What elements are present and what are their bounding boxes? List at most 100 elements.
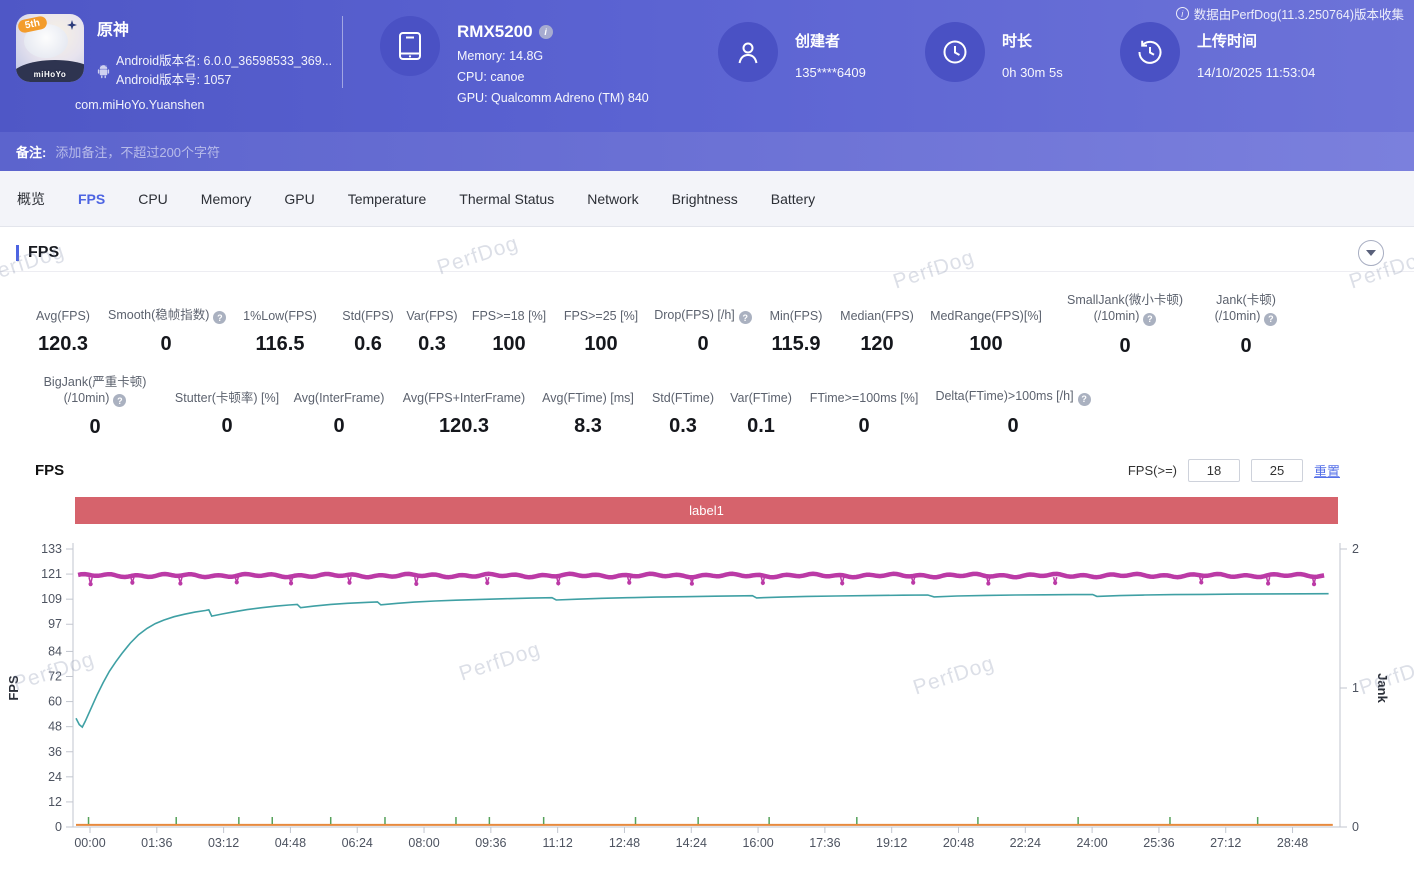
package-name: com.miHoYo.Yuanshen xyxy=(75,98,332,112)
svg-text:60: 60 xyxy=(48,695,62,709)
stat-label: Min(FPS) xyxy=(770,309,823,323)
chart-controls: FPS FPS(>=) 重置 xyxy=(0,455,1414,485)
android-version-name: Android版本名: 6.0.0_36598533_369... xyxy=(116,52,332,71)
remark-input[interactable]: 添加备注，不超过200个字符 xyxy=(55,142,1414,161)
help-icon[interactable]: ? xyxy=(113,394,126,407)
person-icon xyxy=(718,22,778,82)
svg-text:2: 2 xyxy=(1352,542,1359,556)
svg-text:00:00: 00:00 xyxy=(74,836,105,850)
section-title: FPS xyxy=(28,244,59,262)
stat-label: Var(FTime) xyxy=(730,391,792,405)
svg-text:12: 12 xyxy=(48,795,62,809)
stat-label: (/10min) xyxy=(1094,309,1140,323)
fps-threshold-control: FPS(>=) 重置 xyxy=(1128,459,1340,482)
collapse-button[interactable] xyxy=(1358,240,1384,266)
stat-value: 116.5 xyxy=(224,333,336,356)
app-name: 原神 xyxy=(97,16,332,40)
svg-text:24:00: 24:00 xyxy=(1076,836,1107,850)
svg-text:84: 84 xyxy=(48,644,62,658)
device-info-icon[interactable]: i xyxy=(539,25,553,39)
stats-row-1: Avg(FPS)120.3Smooth(稳帧指数)?01%Low(FPS)116… xyxy=(0,292,1414,358)
device-cpu: CPU: canoe xyxy=(457,70,649,84)
stat-value: 0.3 xyxy=(400,333,464,356)
stat-item: Stutter(卡顿率) [%]0 xyxy=(172,374,282,440)
stat-value: 100 xyxy=(920,333,1052,356)
stat-label: Median(FPS) xyxy=(840,309,914,323)
tab-thermal-status[interactable]: Thermal Status xyxy=(459,191,554,207)
stat-value: 0.6 xyxy=(336,333,400,356)
reset-link[interactable]: 重置 xyxy=(1314,461,1340,480)
svg-text:121: 121 xyxy=(41,567,62,581)
perfdog-report-page: 5th miHoYo 原神 Android版本名: 6.0.0_365985 xyxy=(0,0,1414,884)
stat-label: Var(FPS) xyxy=(406,309,457,323)
stat-item: SmallJank(微小卡顿)(/10min)?0 xyxy=(1052,292,1198,358)
tab-network[interactable]: Network xyxy=(587,191,638,207)
svg-text:17:36: 17:36 xyxy=(809,836,840,850)
svg-text:97: 97 xyxy=(48,617,62,631)
stat-item: FTime>=100ms [%]0 xyxy=(800,374,928,440)
stat-value: 0.3 xyxy=(644,415,722,438)
remark-label: 备注: xyxy=(16,142,46,161)
stat-item: Min(FPS) 115.9 xyxy=(758,292,834,358)
stat-value: 115.9 xyxy=(758,333,834,356)
help-icon[interactable]: ? xyxy=(739,311,752,324)
header-divider xyxy=(342,16,343,88)
header: 5th miHoYo 原神 Android版本名: 6.0.0_365985 xyxy=(0,0,1414,132)
stat-label: Avg(FPS+InterFrame) xyxy=(403,391,525,405)
tab-fps[interactable]: FPS xyxy=(78,191,105,207)
svg-text:25:36: 25:36 xyxy=(1143,836,1174,850)
stat-label: Jank(卡顿) xyxy=(1216,293,1276,307)
stat-value: 120.3 xyxy=(396,415,532,438)
app-brand-label: miHoYo xyxy=(16,70,84,79)
stat-label: FPS>=18 [%] xyxy=(472,309,546,323)
creator-label: 创建者 xyxy=(795,30,866,51)
tab-temperature[interactable]: Temperature xyxy=(348,191,427,207)
stat-item: Drop(FPS) [/h]?0 xyxy=(648,292,758,358)
stat-label: FTime>=100ms [%] xyxy=(810,391,919,405)
stat-value: 0.1 xyxy=(722,415,800,438)
stat-value: 100 xyxy=(464,333,554,356)
stat-value: 0 xyxy=(172,415,282,438)
stats-row-2: BigJank(严重卡顿)(/10min)?0Stutter(卡顿率) [%]0… xyxy=(0,374,1414,440)
stat-label: FPS>=25 [%] xyxy=(564,309,638,323)
stat-item: Std(FTime) 0.3 xyxy=(644,374,722,440)
stat-item: Var(FPS) 0.3 xyxy=(400,292,464,358)
tab-overview[interactable]: 概览 xyxy=(17,189,45,209)
help-icon[interactable]: ? xyxy=(1143,313,1156,326)
help-icon[interactable]: ? xyxy=(1264,313,1277,326)
stat-label: Delta(FTime)>100ms [/h] xyxy=(935,389,1073,403)
svg-text:06:24: 06:24 xyxy=(342,836,373,850)
stat-item: MedRange(FPS)[%]100 xyxy=(920,292,1052,358)
stat-item: BigJank(严重卡顿)(/10min)?0 xyxy=(18,374,172,440)
section-accent-bar xyxy=(16,245,19,261)
upload-time-block: 上传时间 14/10/2025 11:53:04 xyxy=(1120,22,1315,82)
tab-cpu[interactable]: CPU xyxy=(138,191,168,207)
stat-label: SmallJank(微小卡顿) xyxy=(1067,293,1183,307)
tab-memory[interactable]: Memory xyxy=(201,191,252,207)
svg-text:28:48: 28:48 xyxy=(1277,836,1308,850)
history-clock-icon xyxy=(1120,22,1180,82)
stat-label: Std(FTime) xyxy=(652,391,714,405)
duration-block: 时长 0h 30m 5s xyxy=(925,22,1063,82)
fps-threshold-low-input[interactable] xyxy=(1188,459,1240,482)
sparkle-icon xyxy=(67,20,77,30)
tab-brightness[interactable]: Brightness xyxy=(672,191,738,207)
tab-battery[interactable]: Battery xyxy=(771,191,815,207)
stat-item: Jank(卡顿)(/10min)?0 xyxy=(1198,292,1294,358)
tab-gpu[interactable]: GPU xyxy=(284,191,314,207)
device-gpu: GPU: Qualcomm Adreno (TM) 840 xyxy=(457,91,649,105)
fps-threshold-label: FPS(>=) xyxy=(1128,463,1177,478)
remark-bar: 备注: 添加备注，不超过200个字符 xyxy=(0,132,1414,171)
svg-text:36: 36 xyxy=(48,745,62,759)
svg-text:19:12: 19:12 xyxy=(876,836,907,850)
svg-text:27:12: 27:12 xyxy=(1210,836,1241,850)
fps-threshold-high-input[interactable] xyxy=(1251,459,1303,482)
help-icon[interactable]: ? xyxy=(1078,393,1091,406)
stat-item: Avg(FPS)120.3 xyxy=(18,292,108,358)
stat-label: BigJank(严重卡顿) xyxy=(44,375,147,389)
svg-text:48: 48 xyxy=(48,720,62,734)
chart-label-text: label1 xyxy=(689,503,724,518)
info-icon: i xyxy=(1176,7,1189,20)
svg-text:14:24: 14:24 xyxy=(676,836,707,850)
stat-label: (/10min) xyxy=(1215,309,1261,323)
